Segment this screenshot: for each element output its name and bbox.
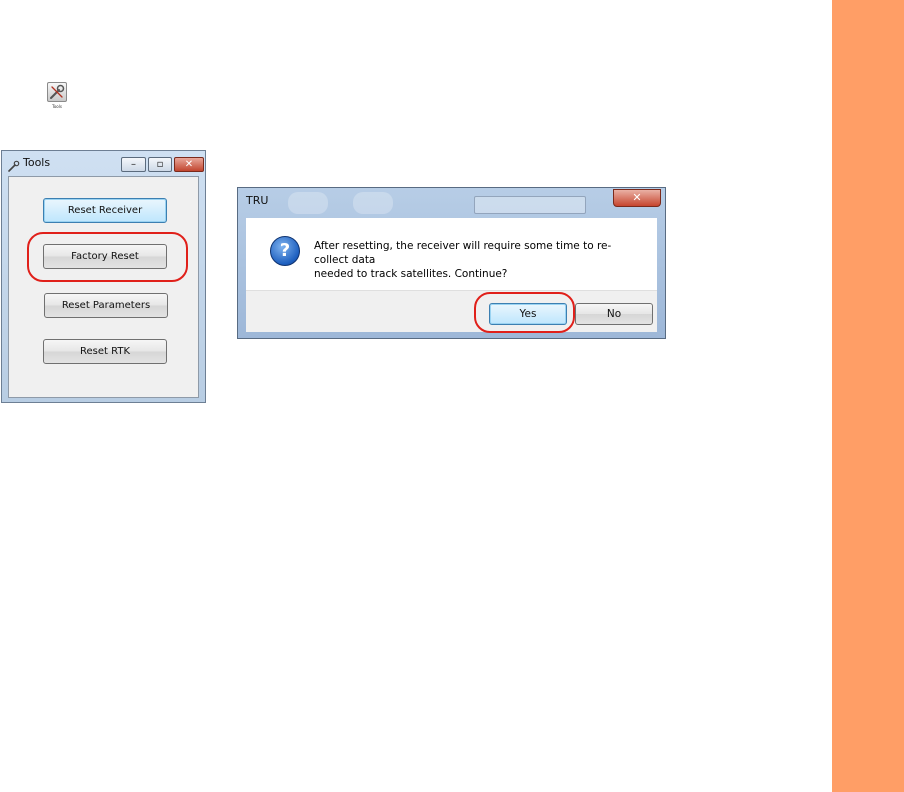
close-icon: ✕: [632, 191, 642, 204]
tools-client-area: Reset Receiver Factory Reset Reset Param…: [8, 176, 199, 398]
tools-window-title: Tools: [23, 156, 51, 169]
reset-parameters-button[interactable]: Reset Parameters: [44, 293, 168, 318]
minimize-icon: –: [131, 159, 136, 170]
dialog-message-line: needed to track satellites. Continue?: [314, 268, 508, 280]
no-button[interactable]: No: [575, 303, 653, 325]
dialog-close-button[interactable]: ✕: [613, 189, 661, 207]
dialog-message: After resetting, the receiver will requi…: [314, 239, 644, 281]
reset-receiver-button[interactable]: Reset Receiver: [43, 198, 167, 223]
dialog-title: TRU: [246, 194, 269, 207]
background-ghost-button: [474, 196, 586, 214]
yes-highlight-ring: [474, 292, 575, 333]
desktop-tools-shortcut[interactable]: Tools: [46, 82, 68, 112]
question-icon: ?: [270, 236, 300, 266]
close-button[interactable]: ✕: [174, 157, 204, 172]
minimize-button[interactable]: –: [121, 157, 146, 172]
close-icon: ✕: [184, 159, 194, 170]
background-blur: [353, 192, 393, 214]
reset-rtk-button[interactable]: Reset RTK: [43, 339, 167, 364]
confirm-dialog: TRU ✕ ? After resetting, the receiver wi…: [237, 187, 666, 339]
wrench-icon: [8, 157, 20, 172]
dialog-body: ? After resetting, the receiver will req…: [246, 218, 657, 290]
dialog-footer: Yes No: [246, 290, 657, 332]
dialog-message-line: After resetting, the receiver will requi…: [314, 240, 612, 266]
factory-reset-highlight-ring: [27, 232, 188, 282]
desktop-icon-caption: Tools: [52, 104, 62, 109]
side-accent-band: [832, 0, 904, 792]
wrench-screwdriver-icon: [47, 82, 67, 102]
maximize-button[interactable]: ▫: [148, 157, 172, 172]
maximize-icon: ▫: [156, 159, 164, 170]
background-blur: [288, 192, 328, 214]
